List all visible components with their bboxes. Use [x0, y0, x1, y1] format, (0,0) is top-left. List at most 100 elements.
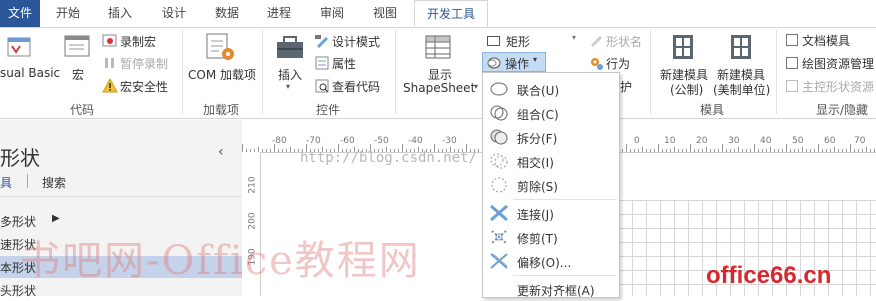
- menu-item-offset[interactable]: 偏移(O)...: [483, 249, 619, 273]
- tab-divider: [27, 174, 28, 188]
- record-macro-button[interactable]: 录制宏: [120, 33, 156, 50]
- design-mode-button[interactable]: 设计模式: [332, 33, 380, 50]
- chevron-down-icon: ▾: [533, 55, 538, 64]
- menu-item-label: 联合(U): [517, 84, 560, 98]
- group-divider: [650, 30, 651, 114]
- fragment-icon: [490, 129, 508, 145]
- ruler-label: 50: [792, 136, 804, 146]
- ruler-label: 0: [634, 136, 640, 146]
- join-icon: [490, 204, 508, 222]
- menu-item-join[interactable]: 连接(J): [483, 201, 619, 225]
- warning-icon: [102, 78, 118, 93]
- chevron-right-icon: ▶: [52, 213, 60, 224]
- macro-security-button[interactable]: 宏安全性: [120, 78, 168, 95]
- insert-control-button[interactable]: 插入: [278, 66, 302, 83]
- operations-icon: [487, 57, 501, 69]
- menu-item-label: 更新对齐框(A): [517, 284, 595, 298]
- trim-icon: [491, 230, 507, 244]
- menu-separator: [513, 199, 617, 200]
- new-stencil-us-icon: [731, 35, 751, 59]
- group-label-code: 代码: [69, 103, 94, 117]
- tab-process[interactable]: 进程: [257, 0, 301, 27]
- view-code-button[interactable]: 查看代码: [332, 78, 380, 95]
- ruler-label: 10: [664, 136, 676, 146]
- menu-item-label: 偏移(O)...: [517, 256, 572, 270]
- operations-dropdown-button[interactable]: 操作 ▾: [482, 52, 546, 72]
- menu-item-union[interactable]: 联合(U): [483, 77, 619, 101]
- properties-button[interactable]: 属性: [332, 55, 356, 72]
- group-label-controls: 控件: [315, 103, 340, 117]
- menu-item-trim[interactable]: 修剪(T): [483, 225, 619, 249]
- menu-item-label: 剪除(S): [517, 180, 558, 194]
- tab-file[interactable]: 文件: [0, 0, 40, 27]
- ruler-label: -80: [272, 136, 287, 146]
- behavior-button[interactable]: 行为: [606, 55, 630, 72]
- group-divider: [262, 30, 263, 114]
- new-stencil-metric-icon: [673, 35, 693, 59]
- com-addins-icon: [206, 33, 234, 60]
- group-divider: [395, 30, 396, 114]
- menu-item-fragment[interactable]: 拆分(F): [483, 125, 619, 149]
- menu-item-combine[interactable]: 组合(C): [483, 101, 619, 125]
- chevron-down-icon: ▾: [572, 33, 577, 42]
- ruler-label: -70: [306, 136, 321, 146]
- rectangle-tool-button[interactable]: 矩形: [506, 33, 530, 50]
- new-stencil-us-sub: (美制单位): [713, 83, 771, 97]
- design-mode-icon: [315, 35, 328, 48]
- drawing-explorer-checkbox[interactable]: [786, 57, 798, 69]
- properties-icon: [315, 56, 329, 70]
- collapse-panel-icon[interactable]: ‹: [218, 144, 224, 160]
- master-explorer-checkbox[interactable]: [786, 80, 798, 92]
- master-explorer-label: 主控形状资源: [802, 80, 875, 94]
- ruler-label: 60: [824, 136, 836, 146]
- menu-item-label: 连接(J): [517, 208, 554, 222]
- shape-name-icon: [591, 36, 602, 47]
- combine-icon: [490, 105, 508, 121]
- tab-design[interactable]: 设计: [152, 0, 196, 27]
- tab-insert[interactable]: 插入: [98, 0, 142, 27]
- document-stencil-checkbox[interactable]: [786, 34, 798, 46]
- tab-review[interactable]: 审阅: [310, 0, 354, 27]
- group-divider: [182, 30, 183, 114]
- show-shapesheet-button[interactable]: ShapeSheet: [403, 81, 475, 95]
- rectangle-icon: [487, 36, 500, 46]
- menu-item-label: 修剪(T): [517, 232, 558, 246]
- drawing-explorer-label: 绘图资源管理: [802, 57, 875, 71]
- union-icon: [490, 82, 508, 96]
- tab-search[interactable]: 搜索: [42, 174, 66, 191]
- record-macro-icon: [102, 34, 117, 47]
- intersect-icon: [490, 153, 508, 169]
- pause-recording-button[interactable]: 暂停录制: [120, 55, 168, 72]
- ruler-label: 20: [696, 136, 708, 146]
- protection-button[interactable]: 护: [620, 78, 632, 95]
- tab-home[interactable]: 开始: [46, 0, 90, 27]
- new-stencil-metric-sub: (公制): [670, 83, 704, 97]
- divider: [0, 196, 242, 197]
- visual-basic-button[interactable]: sual Basic: [0, 66, 60, 80]
- tab-data[interactable]: 数据: [205, 0, 249, 27]
- macros-icon: [64, 35, 90, 57]
- tab-developer[interactable]: 开发工具: [414, 0, 488, 27]
- ruler-label: 210: [247, 176, 258, 194]
- visual-basic-icon: [7, 37, 31, 57]
- ribbon-tab-bar: 文件 开始 插入 设计 数据 进程 审阅 视图 开发工具: [0, 0, 876, 28]
- ruler-label: -60: [340, 136, 355, 146]
- com-addins-button[interactable]: COM 加载项: [188, 66, 256, 83]
- operations-label: 操作: [505, 57, 530, 71]
- group-label-addins: 加载项: [202, 103, 239, 117]
- ruler-label: -30: [442, 136, 457, 146]
- shape-name-button[interactable]: 形状名: [606, 33, 642, 50]
- tab-view[interactable]: 视图: [363, 0, 407, 27]
- subtract-icon: [491, 177, 507, 193]
- tab-stencils[interactable]: 具: [0, 174, 12, 191]
- ribbon: sual Basic 宏 录制宏 暂停录制 宏安全性 代码 COM 加载项 加载…: [0, 28, 876, 119]
- group-label-show-hide: 显示/隐藏: [816, 103, 869, 117]
- menu-item-subtract[interactable]: 剪除(S): [483, 173, 619, 197]
- menu-item-update-alignment-box[interactable]: 更新对齐框(A): [483, 277, 619, 301]
- view-code-icon: [315, 79, 329, 93]
- operations-menu: 联合(U) 组合(C) 拆分(F) 相交(I) 剪除(S) 连接(J) 修剪(T…: [482, 72, 620, 298]
- watermark-site-en: office66.cn: [706, 262, 832, 289]
- menu-item-intersect[interactable]: 相交(I): [483, 149, 619, 173]
- macros-button[interactable]: 宏: [72, 66, 84, 83]
- behavior-icon: [591, 58, 603, 70]
